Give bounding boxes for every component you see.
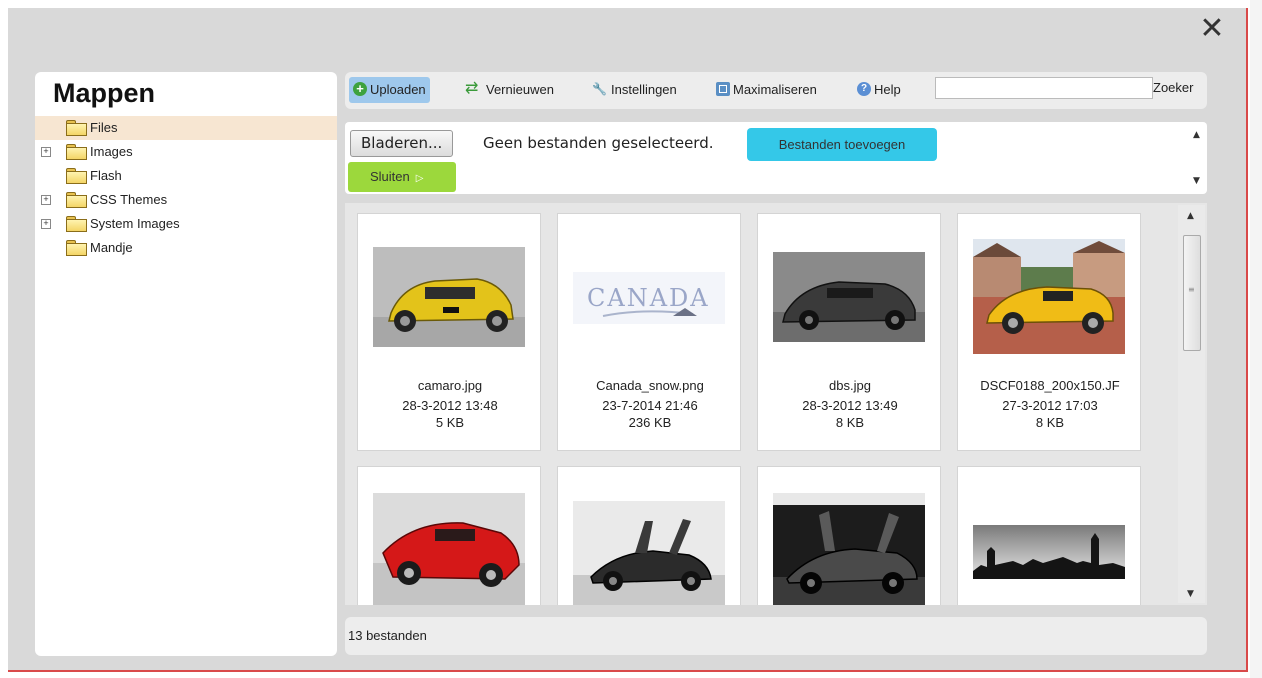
folder-icon <box>66 144 87 160</box>
file-thumbnail <box>573 501 725 605</box>
file-size: 8 KB <box>835 415 865 430</box>
close-upload-button[interactable]: Sluiten ▷ <box>348 162 456 192</box>
folder-item-flash[interactable]: Flash <box>35 164 337 188</box>
scroll-up-icon[interactable]: ▲ <box>1193 130 1200 140</box>
folder-label: System Images <box>90 216 180 231</box>
expand-icon[interactable]: + <box>41 219 51 229</box>
scroll-down-icon[interactable]: ▼ <box>1187 589 1194 599</box>
file-card[interactable] <box>957 466 1141 605</box>
sidebar-title: Mappen <box>53 78 156 108</box>
folder-icon <box>66 240 87 256</box>
file-card[interactable]: DSCF0188_200x150.JF 27-3-2012 17:03 8 KB <box>957 213 1141 451</box>
file-date: 28-3-2012 13:48 <box>402 398 498 413</box>
folder-item-files[interactable]: Files <box>35 116 337 140</box>
close-icon[interactable]: ✕ <box>1198 14 1226 44</box>
upload-label: Uploaden <box>370 82 426 97</box>
scrollbar-thumb[interactable]: ≡ <box>1183 235 1201 351</box>
file-date: 27-3-2012 17:03 <box>1002 398 1098 413</box>
file-name: dbs.jpg <box>829 378 871 393</box>
maximize-icon <box>716 82 730 96</box>
upload-icon <box>353 76 367 102</box>
file-date: 28-3-2012 13:49 <box>802 398 898 413</box>
settings-button[interactable]: Instellingen <box>588 76 681 103</box>
file-count-text: 13 bestanden <box>348 628 427 643</box>
folder-tree: Files + Images Flash + CSS Themes + Syst… <box>35 116 337 260</box>
files-scrollbar[interactable]: ▲ ≡ ▼ <box>1178 205 1205 603</box>
play-arrow-icon: ▷ <box>415 173 424 184</box>
refresh-icon <box>465 76 483 102</box>
folder-icon <box>66 216 87 232</box>
refresh-label: Vernieuwen <box>486 82 554 97</box>
settings-label: Instellingen <box>611 82 677 97</box>
folder-icon <box>66 120 87 136</box>
file-card[interactable]: dbs.jpg 28-3-2012 13:49 8 KB <box>757 213 941 451</box>
maximize-button[interactable]: Maximaliseren <box>712 77 821 103</box>
file-name: camaro.jpg <box>417 378 483 393</box>
file-name: DSCF0188_200x150.JF <box>980 378 1120 393</box>
file-date: 23-7-2014 21:46 <box>602 398 698 413</box>
help-icon <box>857 76 871 102</box>
file-thumbnail <box>773 493 925 605</box>
search-label: Zoeker <box>1153 80 1194 95</box>
expand-icon[interactable]: + <box>41 195 51 205</box>
folder-item-css-themes[interactable]: + CSS Themes <box>35 188 337 212</box>
folder-item-mandje[interactable]: Mandje <box>35 236 337 260</box>
folder-label: Flash <box>90 168 122 183</box>
file-card[interactable]: CANADA Canada_snow.png 23-7-2014 21:46 2… <box>557 213 741 451</box>
close-upload-label: Sluiten <box>370 169 410 184</box>
folder-label: Files <box>90 120 118 135</box>
search-input[interactable] <box>935 77 1153 99</box>
maximize-label: Maximaliseren <box>733 82 817 97</box>
scroll-down-icon[interactable]: ▼ <box>1193 176 1200 186</box>
upload-button[interactable]: Uploaden <box>349 76 430 103</box>
add-files-button[interactable]: Bestanden toevoegen <box>747 128 937 161</box>
folder-icon <box>66 168 87 184</box>
expand-icon[interactable]: + <box>41 147 51 157</box>
status-bar: 13 bestanden <box>345 617 1207 655</box>
folder-icon <box>66 192 87 208</box>
folder-label: CSS Themes <box>90 192 168 207</box>
grip-icon: ≡ <box>1188 285 1195 294</box>
wrench-icon <box>592 76 608 102</box>
folders-sidebar: Mappen Files + Images Flash + CSS Themes… <box>35 72 337 656</box>
file-thumbnail <box>373 493 525 605</box>
file-card[interactable]: camaro.jpg 28-3-2012 13:48 5 KB <box>357 213 541 451</box>
folder-label: Mandje <box>90 240 133 255</box>
background-edge <box>1250 0 1262 678</box>
files-grid: camaro.jpg 28-3-2012 13:48 5 KB CANADA C… <box>345 203 1207 605</box>
browse-button[interactable]: Bladeren... <box>350 130 454 157</box>
upload-panel: Bladeren... Geen bestanden geselecteerd.… <box>345 122 1207 194</box>
file-thumbnail <box>373 247 525 347</box>
no-files-text: Geen bestanden geselecteerd. <box>483 134 714 152</box>
file-size: 236 KB <box>628 415 672 430</box>
canada-text: CANADA <box>587 284 710 312</box>
file-size: 8 KB <box>1035 415 1065 430</box>
scroll-up-icon[interactable]: ▲ <box>1187 211 1194 221</box>
folder-item-images[interactable]: + Images <box>35 140 337 164</box>
file-thumbnail <box>973 525 1125 579</box>
file-size: 5 KB <box>435 415 465 430</box>
file-thumbnail: CANADA <box>573 272 725 324</box>
folder-label: Images <box>90 144 133 159</box>
file-name: Canada_snow.png <box>596 378 704 393</box>
folder-item-system-images[interactable]: + System Images <box>35 212 337 236</box>
file-card[interactable] <box>757 466 941 605</box>
refresh-button[interactable]: Vernieuwen <box>461 76 558 103</box>
help-label: Help <box>874 82 901 97</box>
help-button[interactable]: Help <box>853 76 905 103</box>
file-card[interactable] <box>357 466 541 605</box>
file-card[interactable] <box>557 466 741 605</box>
file-thumbnail <box>773 252 925 342</box>
upload-scrollbar[interactable]: ▲ ▼ <box>1189 122 1207 194</box>
file-thumbnail <box>973 239 1125 354</box>
toolbar: Uploaden Vernieuwen Instellingen Maximal… <box>345 72 1207 109</box>
